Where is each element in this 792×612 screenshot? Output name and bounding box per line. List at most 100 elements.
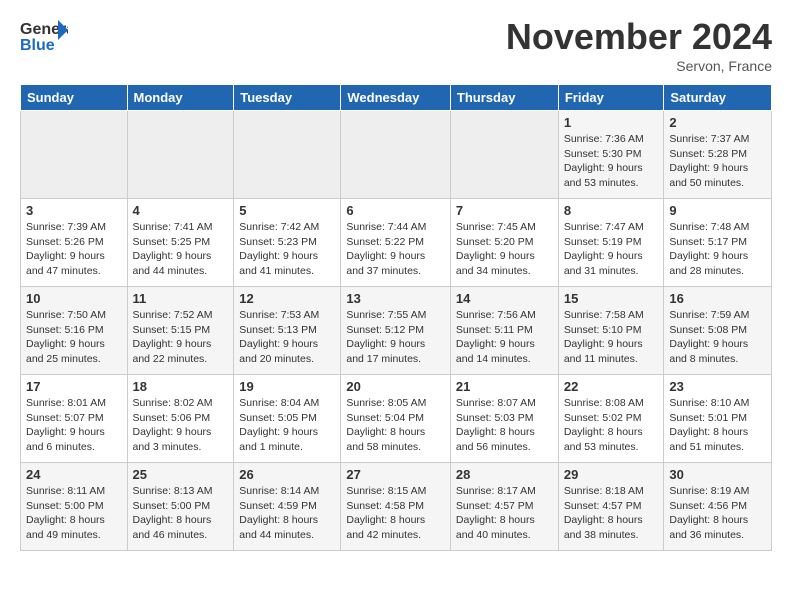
calendar-cell: 20 Sunrise: 8:05 AM Sunset: 5:04 PM Dayli… <box>341 375 451 463</box>
calendar-cell: 3Sunrise: 7:39 AM Sunset: 5:26 PM Daylig… <box>21 199 128 287</box>
calendar-cell: 26 Sunrise: 8:14 AM Sunset: 4:59 PM Dayli… <box>234 463 341 551</box>
day-number: 1 <box>564 115 659 130</box>
calendar-cell: 5 Sunrise: 7:42 AM Sunset: 5:23 PM Daylig… <box>234 199 341 287</box>
day-info: Sunrise: 8:11 AM Sunset: 5:00 PM Dayligh… <box>26 484 122 543</box>
calendar-cell <box>341 111 451 199</box>
calendar-cell: 18 Sunrise: 8:02 AM Sunset: 5:06 PM Dayli… <box>127 375 234 463</box>
calendar-cell <box>234 111 341 199</box>
day-info: Sunrise: 7:44 AM Sunset: 5:22 PM Dayligh… <box>346 220 445 279</box>
day-info: Sunrise: 8:10 AM Sunset: 5:01 PM Dayligh… <box>669 396 766 455</box>
day-number: 2 <box>669 115 766 130</box>
day-number: 15 <box>564 291 659 306</box>
calendar-cell: 29Sunrise: 8:18 AM Sunset: 4:57 PM Dayli… <box>558 463 664 551</box>
weekday-header: Wednesday <box>341 85 451 111</box>
calendar-cell: 25 Sunrise: 8:13 AM Sunset: 5:00 PM Dayli… <box>127 463 234 551</box>
calendar-cell: 8 Sunrise: 7:47 AM Sunset: 5:19 PM Daylig… <box>558 199 664 287</box>
day-info: Sunrise: 8:08 AM Sunset: 5:02 PM Dayligh… <box>564 396 659 455</box>
day-number: 17 <box>26 379 122 394</box>
day-number: 5 <box>239 203 335 218</box>
day-info: Sunrise: 7:48 AM Sunset: 5:17 PM Dayligh… <box>669 220 766 279</box>
calendar-cell <box>127 111 234 199</box>
calendar-table: SundayMondayTuesdayWednesdayThursdayFrid… <box>20 84 772 551</box>
day-number: 28 <box>456 467 553 482</box>
location: Servon, France <box>506 58 772 74</box>
day-number: 14 <box>456 291 553 306</box>
day-number: 11 <box>133 291 229 306</box>
day-info: Sunrise: 7:36 AM Sunset: 5:30 PM Dayligh… <box>564 132 659 191</box>
day-info: Sunrise: 8:17 AM Sunset: 4:57 PM Dayligh… <box>456 484 553 543</box>
day-info: Sunrise: 7:37 AM Sunset: 5:28 PM Dayligh… <box>669 132 766 191</box>
logo-icon: General Blue <box>20 16 68 60</box>
day-number: 20 <box>346 379 445 394</box>
day-number: 25 <box>133 467 229 482</box>
calendar-cell: 23 Sunrise: 8:10 AM Sunset: 5:01 PM Dayli… <box>664 375 772 463</box>
day-info: Sunrise: 7:52 AM Sunset: 5:15 PM Dayligh… <box>133 308 229 367</box>
calendar-cell: 14 Sunrise: 7:56 AM Sunset: 5:11 PM Dayli… <box>450 287 558 375</box>
calendar-week-row: 10 Sunrise: 7:50 AM Sunset: 5:16 PM Dayli… <box>21 287 772 375</box>
svg-text:Blue: Blue <box>20 37 55 54</box>
day-info: Sunrise: 8:07 AM Sunset: 5:03 PM Dayligh… <box>456 396 553 455</box>
weekday-header: Monday <box>127 85 234 111</box>
day-number: 21 <box>456 379 553 394</box>
calendar-cell: 11 Sunrise: 7:52 AM Sunset: 5:15 PM Dayli… <box>127 287 234 375</box>
day-number: 26 <box>239 467 335 482</box>
day-number: 18 <box>133 379 229 394</box>
day-info: Sunrise: 7:47 AM Sunset: 5:19 PM Dayligh… <box>564 220 659 279</box>
calendar-cell: 28 Sunrise: 8:17 AM Sunset: 4:57 PM Dayli… <box>450 463 558 551</box>
day-info: Sunrise: 7:50 AM Sunset: 5:16 PM Dayligh… <box>26 308 122 367</box>
calendar-cell: 19Sunrise: 8:04 AM Sunset: 5:05 PM Dayli… <box>234 375 341 463</box>
day-info: Sunrise: 7:42 AM Sunset: 5:23 PM Dayligh… <box>239 220 335 279</box>
weekday-header: Saturday <box>664 85 772 111</box>
day-info: Sunrise: 7:39 AM Sunset: 5:26 PM Dayligh… <box>26 220 122 279</box>
title-block: November 2024 Servon, France <box>506 16 772 74</box>
day-number: 10 <box>26 291 122 306</box>
calendar-cell: 6Sunrise: 7:44 AM Sunset: 5:22 PM Daylig… <box>341 199 451 287</box>
day-info: Sunrise: 7:41 AM Sunset: 5:25 PM Dayligh… <box>133 220 229 279</box>
weekday-header: Tuesday <box>234 85 341 111</box>
weekday-header: Sunday <box>21 85 128 111</box>
day-number: 8 <box>564 203 659 218</box>
weekday-header: Friday <box>558 85 664 111</box>
page: General Blue November 2024 Servon, Franc… <box>0 0 792 567</box>
calendar-cell: 21 Sunrise: 8:07 AM Sunset: 5:03 PM Dayli… <box>450 375 558 463</box>
calendar-cell: 1 Sunrise: 7:36 AM Sunset: 5:30 PM Daylig… <box>558 111 664 199</box>
calendar-cell: 17Sunrise: 8:01 AM Sunset: 5:07 PM Dayli… <box>21 375 128 463</box>
day-info: Sunrise: 8:05 AM Sunset: 5:04 PM Dayligh… <box>346 396 445 455</box>
day-info: Sunrise: 8:02 AM Sunset: 5:06 PM Dayligh… <box>133 396 229 455</box>
day-number: 30 <box>669 467 766 482</box>
calendar-cell: 4 Sunrise: 7:41 AM Sunset: 5:25 PM Daylig… <box>127 199 234 287</box>
calendar-week-row: 24 Sunrise: 8:11 AM Sunset: 5:00 PM Dayli… <box>21 463 772 551</box>
day-number: 7 <box>456 203 553 218</box>
calendar-week-row: 3Sunrise: 7:39 AM Sunset: 5:26 PM Daylig… <box>21 199 772 287</box>
day-info: Sunrise: 8:19 AM Sunset: 4:56 PM Dayligh… <box>669 484 766 543</box>
calendar-cell: 10 Sunrise: 7:50 AM Sunset: 5:16 PM Dayli… <box>21 287 128 375</box>
calendar-cell <box>21 111 128 199</box>
calendar-cell: 12Sunrise: 7:53 AM Sunset: 5:13 PM Dayli… <box>234 287 341 375</box>
day-number: 4 <box>133 203 229 218</box>
day-info: Sunrise: 8:15 AM Sunset: 4:58 PM Dayligh… <box>346 484 445 543</box>
calendar-cell: 15Sunrise: 7:58 AM Sunset: 5:10 PM Dayli… <box>558 287 664 375</box>
day-number: 22 <box>564 379 659 394</box>
day-number: 12 <box>239 291 335 306</box>
day-number: 27 <box>346 467 445 482</box>
day-number: 23 <box>669 379 766 394</box>
logo: General Blue <box>20 16 68 65</box>
day-info: Sunrise: 8:13 AM Sunset: 5:00 PM Dayligh… <box>133 484 229 543</box>
day-info: Sunrise: 7:59 AM Sunset: 5:08 PM Dayligh… <box>669 308 766 367</box>
day-info: Sunrise: 7:45 AM Sunset: 5:20 PM Dayligh… <box>456 220 553 279</box>
day-number: 24 <box>26 467 122 482</box>
day-number: 19 <box>239 379 335 394</box>
day-info: Sunrise: 7:56 AM Sunset: 5:11 PM Dayligh… <box>456 308 553 367</box>
day-number: 9 <box>669 203 766 218</box>
calendar-cell: 9 Sunrise: 7:48 AM Sunset: 5:17 PM Daylig… <box>664 199 772 287</box>
day-number: 16 <box>669 291 766 306</box>
calendar-cell: 27 Sunrise: 8:15 AM Sunset: 4:58 PM Dayli… <box>341 463 451 551</box>
calendar-cell: 16 Sunrise: 7:59 AM Sunset: 5:08 PM Dayli… <box>664 287 772 375</box>
month-title: November 2024 <box>506 16 772 58</box>
header: General Blue November 2024 Servon, Franc… <box>20 16 772 74</box>
day-info: Sunrise: 8:14 AM Sunset: 4:59 PM Dayligh… <box>239 484 335 543</box>
calendar-cell <box>450 111 558 199</box>
calendar-week-row: 1 Sunrise: 7:36 AM Sunset: 5:30 PM Daylig… <box>21 111 772 199</box>
calendar-cell: 30 Sunrise: 8:19 AM Sunset: 4:56 PM Dayli… <box>664 463 772 551</box>
day-info: Sunrise: 8:18 AM Sunset: 4:57 PM Dayligh… <box>564 484 659 543</box>
